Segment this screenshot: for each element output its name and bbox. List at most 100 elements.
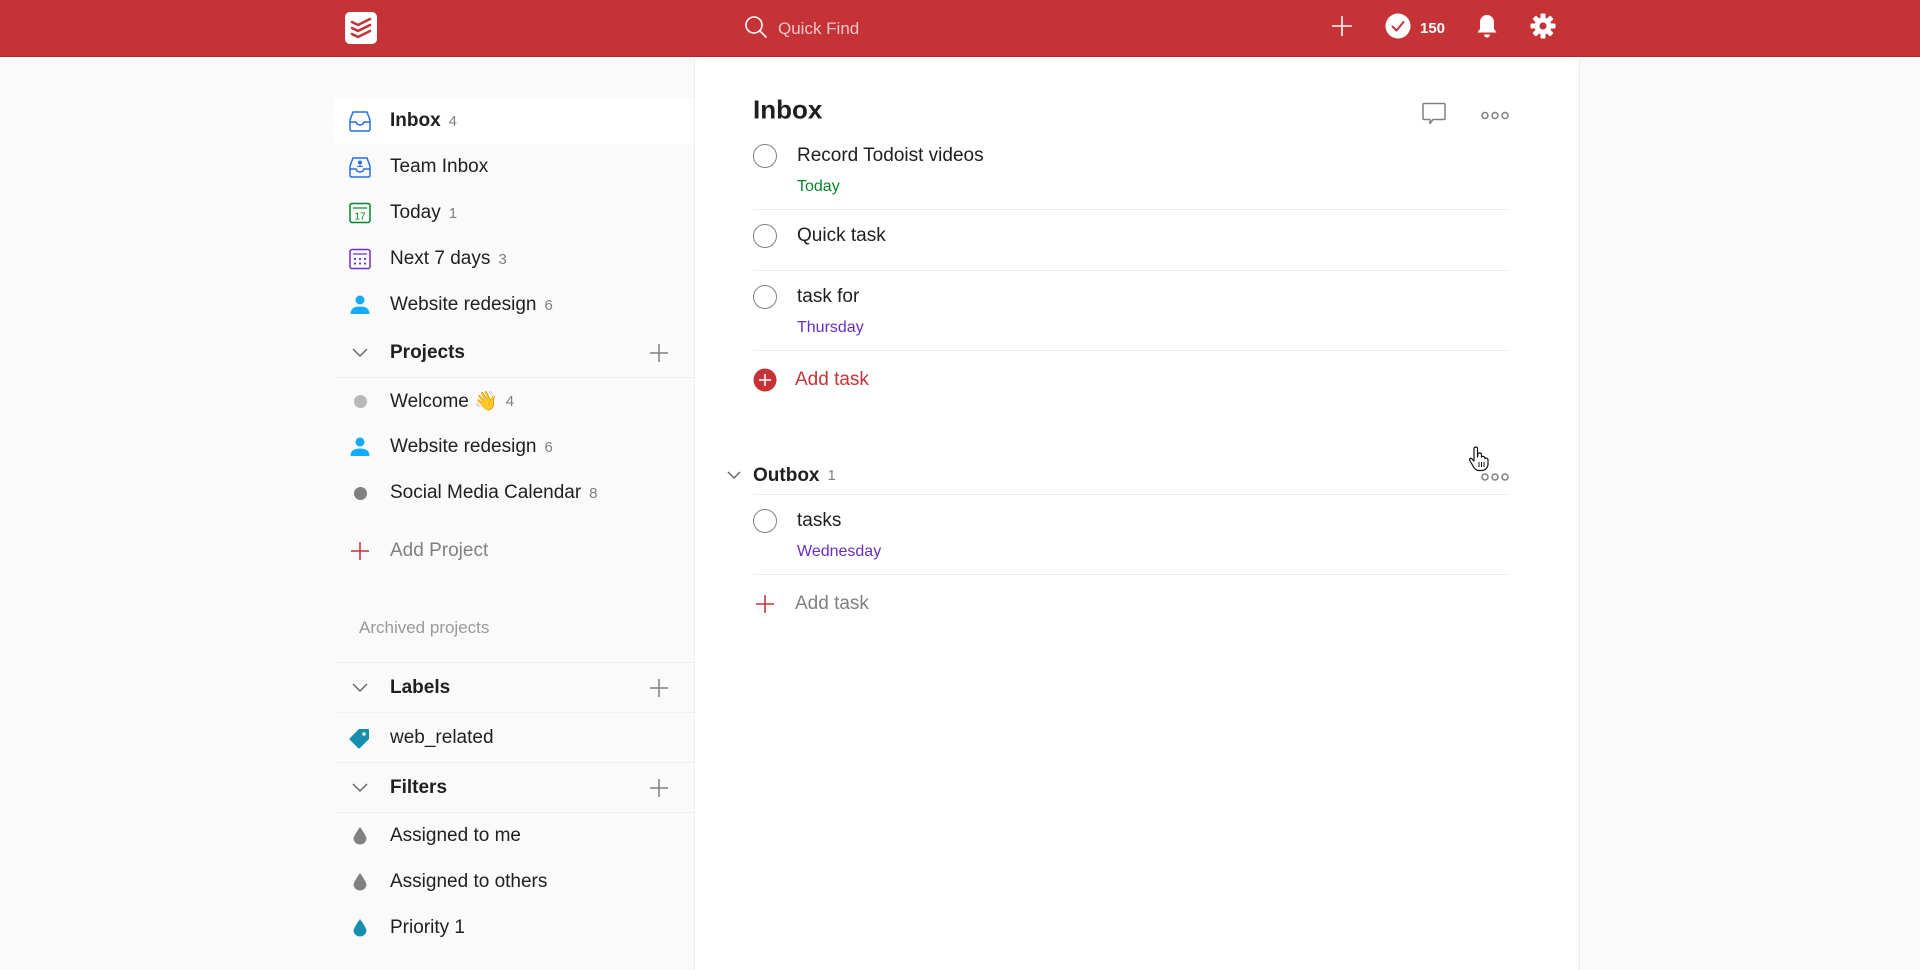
calendar-week-icon bbox=[348, 247, 372, 271]
filter-item-assigned-to-others[interactable]: Assigned to others bbox=[334, 859, 694, 905]
person-icon bbox=[348, 293, 372, 317]
sidebar: Inbox 4 Team Inbox 17 Today 1 Next 7 day… bbox=[334, 98, 694, 970]
search-icon bbox=[744, 15, 768, 44]
plus-icon bbox=[753, 592, 777, 616]
main-content: Inbox Record Todoist videos Today Quick … bbox=[694, 58, 1580, 970]
label-item-web-related[interactable]: web_related bbox=[334, 713, 694, 763]
project-label: Website redesign bbox=[390, 436, 537, 457]
section-header-outbox: Outbox 1 bbox=[727, 457, 1509, 495]
plus-icon bbox=[1330, 14, 1354, 43]
task-checkbox[interactable] bbox=[753, 224, 777, 248]
sidebar-item-count: 1 bbox=[448, 204, 458, 222]
sidebar-item-count: 4 bbox=[448, 112, 458, 130]
drop-icon bbox=[348, 870, 372, 894]
add-project-button[interactable]: Add Project bbox=[334, 528, 694, 574]
sidebar-item-label: Today bbox=[390, 202, 441, 223]
filters-title: Filters bbox=[390, 776, 448, 798]
notifications-button[interactable] bbox=[1475, 13, 1499, 44]
bell-icon bbox=[1475, 13, 1499, 44]
task-checkbox[interactable] bbox=[753, 144, 777, 168]
sidebar-item-count: 3 bbox=[498, 250, 507, 268]
chevron-down-icon[interactable] bbox=[348, 782, 372, 793]
sidebar-item-today[interactable]: 17 Today 1 bbox=[334, 190, 694, 236]
task-content: Record Todoist videos bbox=[797, 145, 984, 166]
task-content: tasks bbox=[797, 510, 842, 531]
filter-label: Assigned to me bbox=[390, 825, 521, 846]
project-count: 6 bbox=[544, 438, 553, 456]
sidebar-item-label: Team Inbox bbox=[390, 156, 489, 177]
task-content: Quick task bbox=[797, 225, 886, 246]
sidebar-item-count: 6 bbox=[544, 296, 553, 314]
sidebar-item-inbox[interactable]: Inbox 4 bbox=[334, 98, 694, 144]
labels-section-header: Labels bbox=[334, 663, 694, 713]
quick-find-input[interactable] bbox=[778, 19, 1138, 39]
sidebar-item-team-inbox[interactable]: Team Inbox bbox=[334, 144, 694, 190]
sidebar-item-next-7-days[interactable]: Next 7 days 3 bbox=[334, 236, 694, 282]
chevron-down-icon[interactable] bbox=[348, 682, 372, 693]
todoist-logo-icon[interactable] bbox=[345, 12, 377, 44]
section-add-task-button[interactable]: Add task bbox=[753, 575, 1509, 633]
chevron-down-icon[interactable] bbox=[348, 347, 372, 358]
task-due-date[interactable]: Wednesday bbox=[797, 542, 1509, 562]
sidebar-item-label: Next 7 days bbox=[390, 248, 491, 269]
project-item-website-redesign[interactable]: Website redesign 6 bbox=[334, 424, 694, 470]
project-count: 4 bbox=[505, 392, 515, 410]
project-item-welcome[interactable]: Welcome 👋 4 bbox=[334, 378, 694, 424]
plus-icon bbox=[348, 539, 372, 563]
quick-add-button[interactable] bbox=[1330, 14, 1354, 43]
quick-find[interactable] bbox=[744, 14, 1144, 44]
add-task-label: Add task bbox=[795, 593, 869, 614]
task-checkbox[interactable] bbox=[753, 285, 777, 309]
karma-check-icon bbox=[1385, 13, 1411, 44]
filter-item-assigned-to-me[interactable]: Assigned to me bbox=[334, 813, 694, 859]
top-bar: 150 bbox=[0, 0, 1920, 57]
project-label: Social Media Calendar bbox=[390, 482, 582, 503]
task-item[interactable]: tasks Wednesday bbox=[753, 495, 1509, 575]
karma-button[interactable]: 150 bbox=[1385, 13, 1445, 44]
add-filter-plus-icon[interactable] bbox=[648, 777, 670, 799]
top-actions: 150 bbox=[1330, 12, 1557, 44]
project-color-dot-icon bbox=[348, 389, 372, 413]
comment-icon bbox=[1421, 101, 1447, 132]
inbox-icon bbox=[348, 109, 372, 133]
project-label: Welcome 👋 bbox=[390, 391, 498, 412]
calendar-today-icon: 17 bbox=[348, 201, 372, 225]
comments-button[interactable] bbox=[1421, 101, 1447, 132]
task-list: Record Todoist videos Today Quick task t… bbox=[753, 130, 1509, 409]
settings-button[interactable] bbox=[1529, 12, 1557, 45]
task-item[interactable]: task for Thursday bbox=[753, 271, 1509, 351]
archived-projects-link[interactable]: Archived projects bbox=[334, 608, 694, 648]
task-content: task for bbox=[797, 286, 860, 307]
add-task-button[interactable]: Add task bbox=[753, 351, 1509, 409]
more-horizontal-icon bbox=[1481, 107, 1509, 125]
projects-section-header: Projects bbox=[334, 328, 694, 378]
drop-icon bbox=[348, 824, 372, 848]
filter-item-priority-1[interactable]: Priority 1 bbox=[334, 905, 694, 951]
projects-title: Projects bbox=[390, 341, 465, 363]
page-title: Inbox bbox=[753, 94, 823, 125]
add-task-label: Add task bbox=[795, 369, 869, 390]
add-project-label: Add Project bbox=[390, 540, 489, 561]
project-color-dot-icon bbox=[348, 481, 372, 505]
task-due-date[interactable]: Thursday bbox=[797, 318, 1509, 338]
label-label: web_related bbox=[390, 726, 494, 748]
task-checkbox[interactable] bbox=[753, 509, 777, 533]
filter-label: Priority 1 bbox=[390, 917, 465, 938]
gear-icon bbox=[1529, 12, 1557, 45]
add-label-plus-icon[interactable] bbox=[648, 677, 670, 699]
task-item[interactable]: Quick task bbox=[753, 210, 1509, 271]
karma-count: 150 bbox=[1420, 19, 1446, 37]
more-actions-button[interactable] bbox=[1481, 107, 1509, 125]
sidebar-item-label: Website redesign bbox=[390, 294, 537, 315]
drop-icon bbox=[348, 916, 372, 940]
filters-section-header: Filters bbox=[334, 763, 694, 813]
sidebar-item-website-redesign[interactable]: Website redesign 6 bbox=[334, 282, 694, 328]
tag-icon bbox=[348, 726, 372, 750]
add-project-plus-icon[interactable] bbox=[648, 342, 670, 364]
task-due-date[interactable]: Today bbox=[797, 177, 1509, 197]
hand-pointer-cursor-icon bbox=[1468, 446, 1490, 477]
task-item[interactable]: Record Todoist videos Today bbox=[753, 130, 1509, 210]
chevron-down-icon[interactable] bbox=[727, 467, 741, 485]
project-item-social-media-calendar[interactable]: Social Media Calendar 8 bbox=[334, 470, 694, 516]
team-inbox-icon bbox=[348, 155, 372, 179]
